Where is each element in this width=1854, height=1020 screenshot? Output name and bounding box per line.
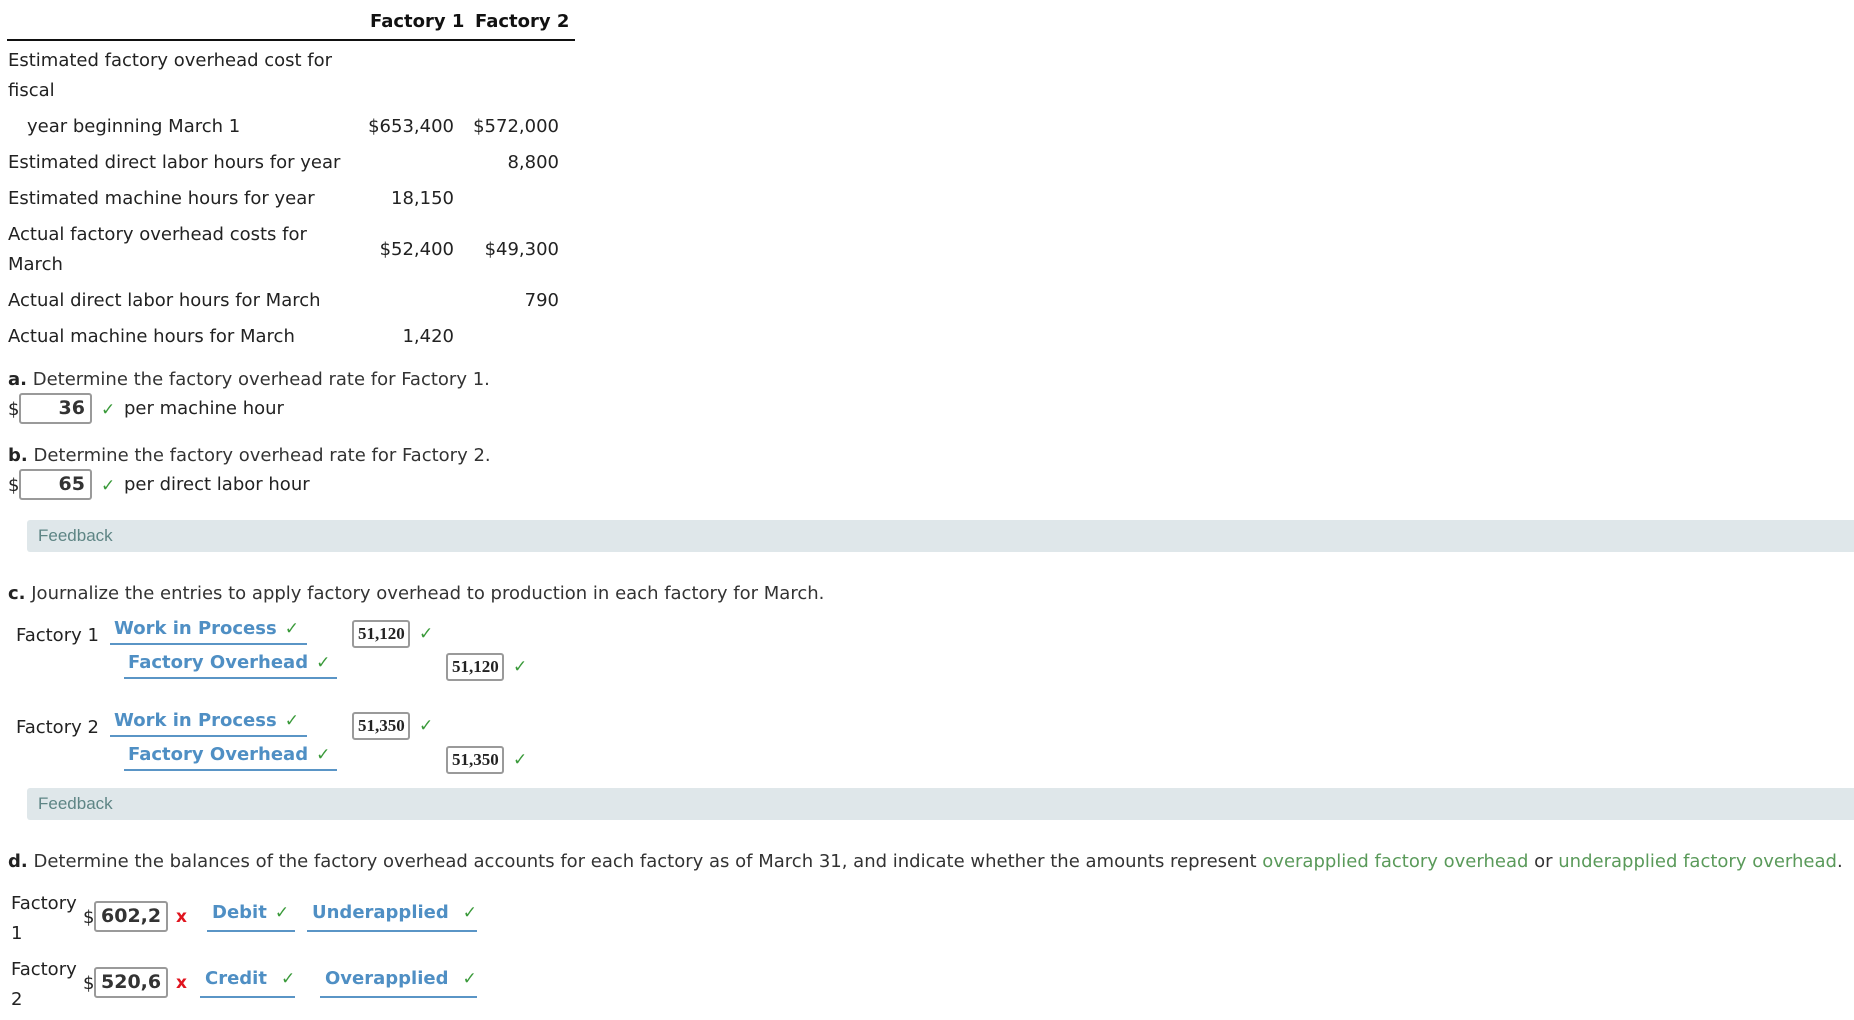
debit-account-dropdown[interactable]: Work in Process ✓ (110, 710, 307, 737)
check-icon: ✓ (101, 400, 116, 420)
feedback-toggle[interactable]: Feedback (27, 788, 1854, 820)
currency-symbol: $ (83, 973, 95, 994)
part-b-letter: b. (8, 445, 28, 466)
currency-symbol: $ (8, 475, 20, 496)
row-label: March (8, 254, 63, 275)
check-icon: ✓ (316, 653, 331, 673)
row-label: Actual machine hours for March (8, 326, 295, 347)
underapplied-link[interactable]: underapplied factory overhead (1558, 851, 1837, 872)
part-b-unit: per direct labor hour (124, 474, 310, 495)
part-d-end: . (1836, 851, 1843, 872)
row-label: Estimated direct labor hours for year (8, 152, 341, 173)
dropdown-value: Debit (212, 902, 267, 923)
balance-factory-number: 1 (11, 923, 23, 944)
part-c-text: Journalize the entries to apply factory … (31, 583, 825, 604)
dropdown-value: Factory Overhead (128, 652, 309, 673)
journal-factory-label: Factory 2 (16, 717, 99, 738)
part-d-question: d. Determine the balances of the factory… (8, 851, 1843, 872)
check-icon: ✓ (513, 750, 528, 770)
feedback-label: Feedback (38, 794, 113, 813)
part-a-text: Determine the factory overhead rate for … (32, 369, 490, 390)
cell-factory-1: 18,150 (391, 188, 454, 209)
cross-icon: x (176, 973, 187, 993)
cell-factory-1: $52,400 (379, 239, 454, 260)
check-icon: ✓ (284, 711, 299, 731)
debit-amount-input[interactable]: 51,120 (352, 620, 410, 648)
applied-type-dropdown[interactable]: Overapplied ✓ (320, 968, 477, 998)
check-icon: ✓ (280, 969, 296, 989)
part-a-unit: per machine hour (124, 398, 284, 419)
check-icon: ✓ (419, 624, 434, 644)
feedback-toggle[interactable]: Feedback (27, 520, 1854, 552)
currency-symbol: $ (8, 399, 20, 420)
factory-2-rate-input[interactable]: 65 (19, 469, 92, 500)
debit-account-dropdown[interactable]: Work in Process ✓ (110, 618, 307, 645)
cell-factory-2: 790 (524, 290, 559, 311)
part-c-letter: c. (8, 583, 26, 604)
applied-type-dropdown[interactable]: Underapplied ✓ (307, 902, 477, 932)
part-b-question: b. Determine the factory overhead rate f… (8, 445, 491, 466)
balance-side-dropdown[interactable]: Credit ✓ (200, 968, 295, 998)
balance-factory-number: 2 (11, 989, 23, 1010)
part-d-letter: d. (8, 851, 28, 872)
check-icon: ✓ (513, 657, 528, 677)
cell-factory-2: $572,000 (473, 116, 559, 137)
credit-account-dropdown[interactable]: Factory Overhead ✓ (124, 652, 337, 679)
check-icon: ✓ (462, 903, 477, 923)
dropdown-value: Work in Process (114, 618, 277, 639)
cell-factory-2: 8,800 (507, 152, 559, 173)
dropdown-value: Factory Overhead (128, 744, 309, 765)
factory-2-balance-input[interactable]: 520,6 (94, 967, 168, 998)
factory-1-balance-input[interactable]: 602,2 (94, 901, 168, 932)
part-d-text: Determine the balances of the factory ov… (33, 851, 1263, 872)
credit-amount-input[interactable]: 51,120 (446, 653, 504, 681)
part-a-question: a. Determine the factory overhead rate f… (8, 369, 490, 390)
part-c-question: c. Journalize the entries to apply facto… (8, 583, 824, 604)
balance-factory-label: Factory (11, 893, 77, 914)
cell-factory-1: $653,400 (368, 116, 454, 137)
column-header-factory-2: Factory 2 (475, 11, 570, 32)
check-icon: ✓ (462, 969, 477, 989)
part-d-or: or (1528, 851, 1559, 872)
cell-factory-2: $49,300 (484, 239, 559, 260)
row-label: Estimated factory overhead cost for (8, 50, 333, 71)
check-icon: ✓ (419, 716, 434, 736)
balance-factory-label: Factory (11, 959, 77, 980)
row-label: fiscal (8, 80, 55, 101)
dropdown-value: Credit (205, 968, 267, 989)
row-label: Actual direct labor hours for March (8, 290, 321, 311)
credit-account-dropdown[interactable]: Factory Overhead ✓ (124, 744, 337, 771)
journal-factory-label: Factory 1 (16, 625, 99, 646)
part-a-letter: a. (8, 369, 27, 390)
row-label: Estimated machine hours for year (8, 188, 315, 209)
dropdown-value: Underapplied (312, 902, 449, 923)
feedback-label: Feedback (38, 526, 113, 545)
check-icon: ✓ (284, 619, 299, 639)
column-header-factory-1: Factory 1 (370, 11, 465, 32)
part-b-text: Determine the factory overhead rate for … (33, 445, 491, 466)
credit-amount-input[interactable]: 51,350 (446, 746, 504, 774)
row-label: year beginning March 1 (27, 116, 241, 137)
check-icon: ✓ (101, 476, 116, 496)
row-label: Actual factory overhead costs for (8, 224, 307, 245)
check-icon: ✓ (274, 903, 290, 923)
check-icon: ✓ (316, 745, 331, 765)
overapplied-link[interactable]: overapplied factory overhead (1262, 851, 1528, 872)
currency-symbol: $ (83, 907, 95, 928)
factory-1-rate-input[interactable]: 36 (19, 393, 92, 424)
debit-amount-input[interactable]: 51,350 (352, 712, 410, 740)
dropdown-value: Work in Process (114, 710, 277, 731)
balance-side-dropdown[interactable]: Debit ✓ (207, 902, 295, 932)
cross-icon: x (176, 907, 187, 927)
dropdown-value: Overapplied (325, 968, 449, 989)
header-rule (7, 39, 575, 41)
cell-factory-1: 1,420 (402, 326, 454, 347)
